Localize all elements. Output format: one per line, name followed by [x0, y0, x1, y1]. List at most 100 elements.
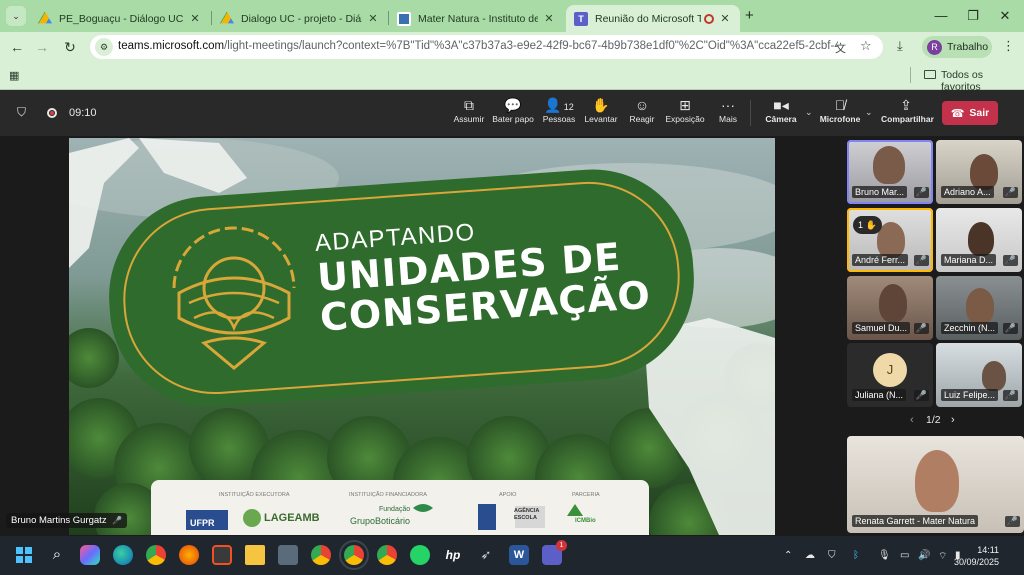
participant-tile[interactable]: Mariana D... 🎤: [936, 208, 1022, 272]
mic-icon: 🎤: [112, 516, 123, 525]
cloud-icon[interactable]: ☁: [805, 550, 815, 561]
participant-video: [982, 361, 1006, 391]
copilot-icon[interactable]: [80, 545, 100, 565]
mic-icon: 🎤: [913, 255, 929, 266]
app-icon[interactable]: ➶: [476, 545, 496, 565]
restore-icon[interactable]: ❐: [958, 6, 988, 26]
monitor-icon[interactable]: ▭: [900, 550, 909, 561]
camera-button[interactable]: ■◂ Câmera: [758, 97, 804, 124]
participant-tile[interactable]: Zecchin (N... 🎤: [936, 276, 1022, 340]
minimize-icon[interactable]: —: [926, 6, 956, 26]
view-button[interactable]: ⊞ Exposição: [662, 97, 708, 124]
chat-button[interactable]: 💬 Bater papo: [490, 97, 536, 124]
raise-hand-button[interactable]: ✋ Levantar: [578, 97, 624, 124]
participant-tile[interactable]: 1 ✋ André Ferr... 🎤: [847, 208, 933, 272]
mic-icon: 🎤: [913, 323, 929, 334]
grupo-boticario-logo: GrupoBoticário: [350, 516, 411, 526]
share-button[interactable]: ⇪ Compartilhar: [881, 97, 934, 124]
site-info-icon[interactable]: ⚙: [95, 38, 113, 56]
close-window-icon[interactable]: ✕: [990, 6, 1020, 26]
take-control-button[interactable]: ⧉ Assumir: [446, 97, 492, 124]
word-icon[interactable]: W: [509, 545, 529, 565]
back-arrow-icon[interactable]: ←: [8, 38, 26, 56]
folder-icon: [924, 70, 936, 79]
footer-fin-label: INSTITUIÇÃO FINANCIADORA: [349, 492, 427, 498]
camera-icon: ■◂: [773, 97, 789, 113]
reload-icon[interactable]: ↻: [61, 38, 79, 56]
tab-search-button[interactable]: ⌄: [6, 6, 26, 26]
chrome-icon[interactable]: [377, 545, 397, 565]
browser-menu-icon[interactable]: ⋮: [1002, 38, 1015, 54]
chevron-up-icon[interactable]: ⌃: [784, 550, 792, 561]
browser-tab-active[interactable]: T Reunião do Microsoft Teams ✕: [566, 5, 740, 32]
participant-tile[interactable]: Luiz Felipe... 🎤: [936, 343, 1022, 407]
participant-tile[interactable]: Adriano A... 🎤: [936, 140, 1022, 204]
participant-video: [873, 146, 905, 184]
volume-icon[interactable]: 🔊: [918, 550, 930, 561]
profile-button[interactable]: R Trabalho: [922, 36, 992, 58]
translate-icon[interactable]: 文: [835, 40, 846, 56]
browser-tab-strip: ⌄ PE_Boguaçu - Diálogo UC - Go ✕ Dialogo…: [0, 0, 1024, 32]
participant-video: [966, 288, 994, 324]
mic-tray-icon[interactable]: 🎙: [878, 550, 891, 561]
lageamb-logo: LAGEAMB: [264, 512, 320, 524]
close-tab-icon[interactable]: ✕: [718, 12, 732, 25]
chrome-icon[interactable]: [311, 545, 331, 565]
calculator-icon[interactable]: [278, 545, 298, 565]
recording-indicator-icon: [704, 13, 714, 24]
react-button[interactable]: ☺ Reagir: [619, 97, 665, 124]
mic-options-chevron-icon[interactable]: ⌄: [865, 107, 873, 118]
mater-natura-favicon: [397, 11, 411, 26]
more-button[interactable]: ··· Mais: [705, 97, 751, 124]
file-explorer-icon[interactable]: [245, 545, 265, 565]
chrome-icon[interactable]: [146, 545, 166, 565]
previous-page-icon[interactable]: ‹: [910, 414, 914, 426]
mic-button[interactable]: 🎙̸ Microfone: [817, 97, 863, 124]
chrome-active-icon[interactable]: [339, 540, 369, 570]
leave-button[interactable]: ☎ Sair: [942, 101, 998, 125]
participant-tile[interactable]: J Juliana (N... 🎤: [847, 343, 933, 407]
mic-icon: 🎤: [1002, 187, 1018, 198]
new-tab-button[interactable]: +: [745, 7, 754, 24]
people-button[interactable]: 👤 12 Pessoas: [536, 97, 582, 124]
browser-tab[interactable]: Mater Natura - Instituto de Estu ✕: [389, 5, 564, 32]
wifi-icon[interactable]: ⌔: [938, 550, 947, 563]
close-tab-icon[interactable]: ✕: [188, 12, 202, 25]
system-clock[interactable]: 14:11 30/09/2025: [954, 544, 999, 568]
close-tab-icon[interactable]: ✕: [542, 12, 556, 25]
meeting-timer: 09:10: [69, 107, 97, 119]
bluetooth-icon[interactable]: ᛒ: [853, 550, 859, 561]
close-tab-icon[interactable]: ✕: [366, 12, 380, 25]
url-text[interactable]: teams.microsoft.com/light-meetings/launc…: [118, 40, 838, 52]
notification-badge: 1: [556, 540, 567, 551]
avatar: R: [927, 39, 942, 55]
ufpr-logo: UFPR: [190, 518, 215, 528]
next-page-icon[interactable]: ›: [951, 414, 955, 426]
browser-tab[interactable]: PE_Boguaçu - Diálogo UC - Go ✕: [30, 5, 210, 32]
windows-start-icon[interactable]: [14, 545, 34, 565]
camera-options-chevron-icon[interactable]: ⌄: [805, 107, 813, 118]
search-icon[interactable]: ⌕: [47, 545, 67, 565]
apps-grid-icon[interactable]: ▦: [9, 69, 19, 82]
participant-tile[interactable]: Samuel Du... 🎤: [847, 276, 933, 340]
featured-participant-tile[interactable]: Renata Garrett - Mater Natura 🎤: [847, 436, 1024, 533]
hp-icon[interactable]: hp: [443, 545, 463, 565]
people-icon: 👤 12: [544, 97, 574, 113]
smiley-icon: ☺: [634, 97, 650, 113]
firefox-icon[interactable]: [179, 545, 199, 565]
store-icon[interactable]: [212, 545, 232, 565]
shared-screen-slide: ADAPTANDO UNIDADES DE CONSERVAÇÃO INSTIT…: [69, 138, 775, 535]
shield-icon[interactable]: ⛉: [17, 105, 30, 119]
whatsapp-icon[interactable]: [410, 545, 430, 565]
forward-arrow-icon[interactable]: →: [33, 38, 51, 56]
mic-icon: 🎤: [1002, 390, 1018, 401]
bookmark-star-icon[interactable]: ☆: [860, 38, 872, 54]
browser-tab[interactable]: Dialogo UC - projeto - Diálogo ✕: [212, 5, 388, 32]
mic-icon: 🎤: [1002, 323, 1018, 334]
edge-icon[interactable]: [113, 545, 133, 565]
security-icon[interactable]: ⛉: [828, 550, 836, 561]
downloads-icon[interactable]: ⤓: [897, 38, 903, 54]
teams-icon[interactable]: 1: [542, 540, 567, 565]
participant-tile[interactable]: Bruno Mar... 🎤: [847, 140, 933, 204]
bookmarks-divider: [910, 67, 911, 83]
